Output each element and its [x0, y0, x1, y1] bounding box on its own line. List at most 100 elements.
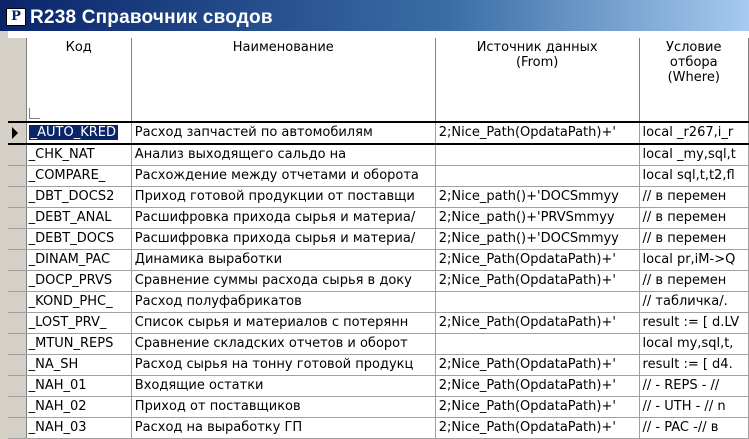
row-selector[interactable]: [8, 396, 27, 418]
cell-code[interactable]: _NAH_01: [26, 375, 132, 397]
cell-from[interactable]: [435, 165, 640, 187]
cell-code[interactable]: _DEBT_ANAL: [26, 207, 132, 229]
table-row[interactable]: _LOST_PRV_ Список сырья и материалов с по…: [8, 312, 749, 334]
cell-code[interactable]: _CHK_NAT: [26, 144, 132, 166]
cell-from[interactable]: 2;Nice_Path(OpdataPath)+': [435, 121, 640, 145]
cell-where[interactable]: result := [ d.LV: [639, 312, 749, 334]
table-row[interactable]: _DEBT_ANAL Расшифровка прихода сырья и ма…: [8, 207, 749, 229]
cell-from[interactable]: 2;Nice_path()+'DOCSmmyy: [435, 228, 640, 250]
table-row[interactable]: _AUTO_KRED Расход запчастей по автомобиля…: [8, 121, 749, 145]
cell-where[interactable]: // в перемен: [639, 207, 749, 229]
column-header-where[interactable]: Условие отбора (Where): [639, 38, 749, 123]
cell-code[interactable]: _NA_SH: [26, 354, 132, 376]
cell-from[interactable]: [435, 291, 640, 313]
cell-from[interactable]: 2;Nice_Path(OpdataPath)+': [435, 270, 640, 292]
cell-from[interactable]: [435, 333, 640, 355]
table-row[interactable]: _DOCP_PRVS Сравнение суммы расхода сырья …: [8, 270, 749, 292]
cell-from[interactable]: 2;Nice_Path(OpdataPath)+': [435, 417, 640, 439]
cell-code[interactable]: _DEBT_DOCS: [26, 228, 132, 250]
row-selector[interactable]: [8, 312, 27, 334]
cell-name[interactable]: Расход запчастей по автомобилям: [131, 121, 436, 145]
cell-code[interactable]: _DINAM_PAC: [26, 249, 132, 271]
title-bar: Р R238 Справочник сводов: [0, 0, 749, 31]
table-row[interactable]: _DEBT_DOCS Расшифровка прихода сырья и ма…: [8, 228, 749, 250]
column-header-name[interactable]: Наименование: [131, 38, 436, 123]
cell-where[interactable]: // в перемен: [639, 228, 749, 250]
table-row[interactable]: _COMPARE_ Расхождение между отчетами и об…: [8, 165, 749, 187]
row-selector[interactable]: [8, 354, 27, 376]
row-selector[interactable]: [8, 291, 27, 313]
row-selector[interactable]: [8, 144, 27, 166]
cell-name[interactable]: Расшифровка прихода сырья и материа/: [131, 228, 436, 250]
cell-from[interactable]: 2;Nice_Path(OpdataPath)+': [435, 375, 640, 397]
cell-code[interactable]: _MTUN_REPS: [26, 333, 132, 355]
table-row[interactable]: _CHK_NAT Анализ выходящего сальдо на local…: [8, 144, 749, 166]
cell-code[interactable]: _DOCP_PRVS: [26, 270, 132, 292]
row-selector[interactable]: [8, 333, 27, 355]
cell-code[interactable]: _AUTO_KRED: [26, 121, 132, 145]
table-row[interactable]: _NAH_01 Входящие остатки 2;Nice_Path(Opdat…: [8, 375, 749, 397]
cell-from[interactable]: 2;Nice_path()+'PRVSmmyy: [435, 207, 640, 229]
row-selector[interactable]: [8, 375, 27, 397]
cell-from[interactable]: 2;Nice_Path(OpdataPath)+': [435, 396, 640, 418]
table-row[interactable]: _DINAM_PAC Динамика выработки 2;Nice_Path(…: [8, 249, 749, 271]
cell-where[interactable]: local pr,iM->Q: [639, 249, 749, 271]
cell-code-text: _LOST_PRV_: [28, 315, 107, 330]
row-selector[interactable]: [8, 207, 27, 229]
cell-code[interactable]: _KOND_PHC_: [26, 291, 132, 313]
cell-name[interactable]: Расшифровка прихода сырья и материа/: [131, 207, 436, 229]
row-selector[interactable]: [8, 165, 27, 187]
cell-from[interactable]: 2;Nice_Path(OpdataPath)+': [435, 249, 640, 271]
cell-name[interactable]: Сравнение суммы расхода сырья в доку: [131, 270, 436, 292]
table-row[interactable]: _DBT_DOCS2 Приход готовой продукции от по…: [8, 186, 749, 208]
table-row[interactable]: _MTUN_REPS Сравнение складских отчетов и …: [8, 333, 749, 355]
cell-name[interactable]: Входящие остатки: [131, 375, 436, 397]
cell-code[interactable]: _DBT_DOCS2: [26, 186, 132, 208]
cell-from[interactable]: 2;Nice_path()+'DOCSmmyy: [435, 186, 640, 208]
cell-code-text: _NAH_01: [28, 378, 87, 393]
cell-code[interactable]: _NAH_03: [26, 417, 132, 439]
cell-name[interactable]: Расход сырья на тонну готовой продукц: [131, 354, 436, 376]
row-selector[interactable]: [8, 121, 27, 145]
cell-where[interactable]: // - REPS - //: [639, 375, 749, 397]
cell-name[interactable]: Сравнение складских отчетов и оборот: [131, 333, 436, 355]
cell-where[interactable]: local _my,sql,t: [639, 144, 749, 166]
cell-from[interactable]: 2;Nice_Path(OpdataPath)+': [435, 312, 640, 334]
cell-name[interactable]: Анализ выходящего сальдо на: [131, 144, 436, 166]
row-selector[interactable]: [8, 228, 27, 250]
row-selector[interactable]: [8, 186, 27, 208]
cell-where[interactable]: // табличка/.: [639, 291, 749, 313]
cell-from[interactable]: 2;Nice_Path(OpdataPath)+': [435, 354, 640, 376]
cell-code[interactable]: _NAH_02: [26, 396, 132, 418]
cell-where[interactable]: local sql,t,t2,fl: [639, 165, 749, 187]
cell-name[interactable]: Приход от поставщиков: [131, 396, 436, 418]
cell-from[interactable]: [435, 144, 640, 166]
cell-name[interactable]: Динамика выработки: [131, 249, 436, 271]
cell-name[interactable]: Расход на выработку ГП: [131, 417, 436, 439]
cell-where[interactable]: // - PAC -// в: [639, 417, 749, 439]
table-row[interactable]: _NAH_03 Расход на выработку ГП 2;Nice_Path…: [8, 417, 749, 439]
cell-name[interactable]: Список сырья и материалов с потерянн: [131, 312, 436, 334]
cell-name[interactable]: Расход полуфабрикатов: [131, 291, 436, 313]
cell-where[interactable]: local _r267,i_r: [639, 121, 749, 145]
row-selector[interactable]: [8, 417, 27, 439]
row-selector-header: [8, 38, 27, 123]
row-selector[interactable]: [8, 249, 27, 271]
cell-where[interactable]: // в перемен: [639, 270, 749, 292]
table-row[interactable]: _NA_SH Расход сырья на тонну готовой прод…: [8, 354, 749, 376]
cell-where[interactable]: // в перемен: [639, 186, 749, 208]
column-header-code[interactable]: Код: [26, 38, 132, 123]
data-grid: Код Наименование Источник данных (From) …: [8, 38, 749, 439]
cell-name[interactable]: Приход готовой продукции от поставщи: [131, 186, 436, 208]
cell-where[interactable]: // - UTH - // n: [639, 396, 749, 418]
cell-name[interactable]: Расхождение между отчетами и оборота: [131, 165, 436, 187]
table-row[interactable]: _NAH_02 Приход от поставщиков 2;Nice_Path(…: [8, 396, 749, 418]
column-header-from[interactable]: Источник данных (From): [435, 38, 640, 123]
cell-code[interactable]: _LOST_PRV_: [26, 312, 132, 334]
cell-where[interactable]: local my,sql,t,: [639, 333, 749, 355]
table-row[interactable]: _KOND_PHC_ Расход полуфабрикатов // таблич…: [8, 291, 749, 313]
row-selector[interactable]: [8, 270, 27, 292]
cell-where[interactable]: result := [ d4.: [639, 354, 749, 376]
cell-code-text: _NAH_02: [28, 399, 87, 414]
cell-code[interactable]: _COMPARE_: [26, 165, 132, 187]
